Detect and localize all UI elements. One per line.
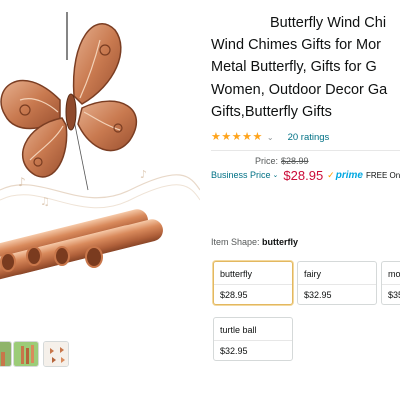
shape-option-partial[interactable]: mo $35 (381, 261, 400, 305)
product-title: Butterfly Wind Chi Wind Chimes Gifts for… (211, 12, 400, 123)
thumbnail-butterflies[interactable] (43, 341, 69, 367)
main-product-image[interactable]: ♪ ♫ ♪ (0, 0, 200, 300)
prime-badge: ✓prime (327, 170, 363, 181)
item-shape-label-text: Item Shape: (211, 237, 260, 247)
prime-label: prime (335, 169, 363, 181)
chevron-down-icon[interactable]: ⌄ (273, 171, 279, 179)
free-delivery-text: FREE One- (365, 170, 400, 180)
star-icon: ★ (242, 130, 252, 143)
option-name: butterfly (220, 269, 253, 279)
shape-option-turtle-ball[interactable]: turtle ball $32.95 (213, 317, 293, 361)
thumbnail-green-garden[interactable] (0, 341, 12, 367)
option-price: $28.95 (220, 290, 248, 300)
star-icon: ★ (211, 130, 221, 143)
option-price: $35 (388, 290, 400, 300)
svg-text:♪: ♪ (18, 175, 26, 189)
svg-text:♪: ♪ (140, 168, 147, 181)
option-name: mo (388, 269, 400, 279)
prime-check-icon: ✓ (327, 169, 335, 180)
product-title-line: Gifts,Butterfly Gifts (211, 103, 332, 120)
star-icon: ★ (221, 130, 232, 143)
business-price-row: Business Price ⌄ $28.95 ✓prime FREE One- (211, 167, 400, 183)
shape-option-fairy[interactable]: fairy $32.95 (297, 261, 377, 305)
price-label: Price: (255, 156, 279, 166)
business-price-link[interactable]: Business Price (211, 170, 271, 180)
star-rating[interactable]: ★ ★ ★ ★ ★ (211, 130, 263, 143)
thumbnail-chimes[interactable] (13, 341, 39, 367)
option-divider (214, 340, 292, 341)
product-title-line: Metal Butterfly, Gifts for G (211, 59, 377, 76)
product-title-line: Women, Outdoor Decor Ga (211, 81, 388, 98)
option-divider (382, 284, 400, 285)
item-shape-selected-value: butterfly (262, 237, 299, 247)
option-divider (214, 284, 292, 285)
product-title-line: Wind Chimes Gifts for Mor (211, 37, 381, 54)
option-name: fairy (304, 269, 322, 279)
list-price-row: Price: $28.99 (255, 156, 309, 166)
shape-option-butterfly[interactable]: butterfly $28.95 (213, 261, 293, 305)
list-price: $28.99 (281, 156, 309, 166)
svg-text:♫: ♫ (40, 195, 50, 208)
divider (211, 150, 400, 151)
chevron-down-icon[interactable]: ⌄ (267, 133, 274, 142)
rating-summary: ★ ★ ★ ★ ★ ⌄ 20 ratings (211, 130, 329, 144)
item-shape-label: Item Shape: butterfly (211, 237, 298, 247)
option-price: $32.95 (220, 346, 248, 356)
option-price: $32.95 (304, 290, 332, 300)
product-title-line: Butterfly Wind Chi (270, 15, 387, 31)
ratings-count-link[interactable]: 20 ratings (288, 132, 330, 143)
star-icon: ★ (231, 130, 242, 143)
business-price: $28.95 (283, 167, 324, 183)
option-name: turtle ball (220, 325, 257, 335)
star-icon: ★ (252, 130, 263, 143)
option-divider (298, 284, 376, 285)
